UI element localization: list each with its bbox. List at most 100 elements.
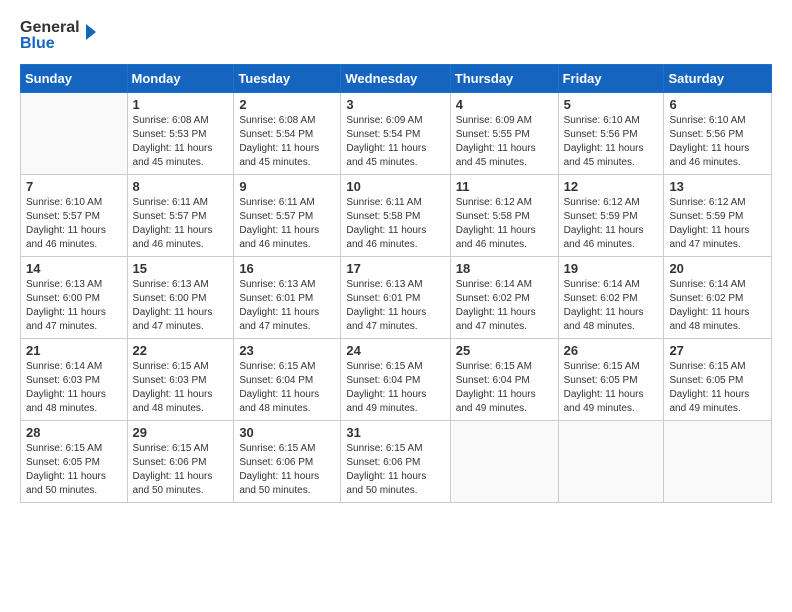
calendar-cell: 10 Sunrise: 6:11 AM Sunset: 5:58 PM Dayli… [341, 175, 450, 257]
day-number: 10 [346, 179, 444, 194]
day-info: Sunrise: 6:15 AM Sunset: 6:04 PM Dayligh… [346, 360, 444, 416]
day-info: Sunrise: 6:13 AM Sunset: 6:01 PM Dayligh… [239, 278, 335, 334]
page: GeneralBlue SundayMondayTuesdayWednesday… [0, 0, 792, 612]
day-number: 17 [346, 261, 444, 276]
week-row-4: 28 Sunrise: 6:15 AM Sunset: 6:05 PM Dayli… [21, 421, 772, 503]
day-info: Sunrise: 6:11 AM Sunset: 5:57 PM Dayligh… [133, 196, 229, 252]
logo-svg: GeneralBlue [20, 16, 100, 54]
calendar-cell: 4Sunrise: 6:09 AM Sunset: 5:55 PM Daylig… [450, 93, 558, 175]
calendar-cell: 16 Sunrise: 6:13 AM Sunset: 6:01 PM Dayli… [234, 257, 341, 339]
weekday-header-thursday: Thursday [450, 65, 558, 93]
day-info: Sunrise: 6:15 AM Sunset: 6:06 PM Dayligh… [239, 442, 335, 498]
calendar-cell: 3 Sunrise: 6:09 AM Sunset: 5:54 PM Daylig… [341, 93, 450, 175]
calendar-cell: 29 Sunrise: 6:15 AM Sunset: 6:06 PM Dayli… [127, 421, 234, 503]
week-row-0: 1 Sunrise: 6:08 AM Sunset: 5:53 PM Daylig… [21, 93, 772, 175]
calendar-cell: 11 Sunrise: 6:12 AM Sunset: 5:58 PM Dayli… [450, 175, 558, 257]
day-number: 8 [133, 179, 229, 194]
calendar-cell [664, 421, 772, 503]
day-number: 11 [456, 179, 553, 194]
day-number: 22 [133, 343, 229, 358]
calendar-cell: 8 Sunrise: 6:11 AM Sunset: 5:57 PM Daylig… [127, 175, 234, 257]
day-number: 16 [239, 261, 335, 276]
day-number: 26 [564, 343, 659, 358]
calendar-cell: 23 Sunrise: 6:15 AM Sunset: 6:04 PM Dayli… [234, 339, 341, 421]
day-info: Sunrise: 6:12 AM Sunset: 5:58 PM Dayligh… [456, 196, 553, 252]
day-number: 25 [456, 343, 553, 358]
day-number: 20 [669, 261, 766, 276]
day-number: 14 [26, 261, 122, 276]
day-number: 2 [239, 97, 335, 112]
svg-text:General: General [20, 19, 80, 36]
calendar-cell: 9 Sunrise: 6:11 AM Sunset: 5:57 PM Daylig… [234, 175, 341, 257]
calendar-cell: 25Sunrise: 6:15 AM Sunset: 6:04 PM Dayli… [450, 339, 558, 421]
day-info: Sunrise: 6:11 AM Sunset: 5:58 PM Dayligh… [346, 196, 444, 252]
week-row-2: 14Sunrise: 6:13 AM Sunset: 6:00 PM Dayli… [21, 257, 772, 339]
calendar-cell: 12 Sunrise: 6:12 AM Sunset: 5:59 PM Dayli… [558, 175, 664, 257]
calendar-cell: 6 Sunrise: 6:10 AM Sunset: 5:56 PM Daylig… [664, 93, 772, 175]
day-info: Sunrise: 6:14 AM Sunset: 6:03 PM Dayligh… [26, 360, 122, 416]
weekday-header-saturday: Saturday [664, 65, 772, 93]
calendar-cell: 27 Sunrise: 6:15 AM Sunset: 6:05 PM Dayli… [664, 339, 772, 421]
day-info: Sunrise: 6:10 AM Sunset: 5:57 PM Dayligh… [26, 196, 122, 252]
day-number: 9 [239, 179, 335, 194]
weekday-header-wednesday: Wednesday [341, 65, 450, 93]
day-info: Sunrise: 6:08 AM Sunset: 5:54 PM Dayligh… [239, 114, 335, 170]
calendar-cell [558, 421, 664, 503]
calendar-cell: 21 Sunrise: 6:14 AM Sunset: 6:03 PM Dayli… [21, 339, 128, 421]
day-info: Sunrise: 6:14 AM Sunset: 6:02 PM Dayligh… [456, 278, 553, 334]
calendar-cell [21, 93, 128, 175]
day-info: Sunrise: 6:15 AM Sunset: 6:05 PM Dayligh… [669, 360, 766, 416]
day-info: Sunrise: 6:10 AM Sunset: 5:56 PM Dayligh… [564, 114, 659, 170]
calendar-cell: 14Sunrise: 6:13 AM Sunset: 6:00 PM Dayli… [21, 257, 128, 339]
calendar-cell: 2 Sunrise: 6:08 AM Sunset: 5:54 PM Daylig… [234, 93, 341, 175]
day-info: Sunrise: 6:15 AM Sunset: 6:05 PM Dayligh… [26, 442, 122, 498]
day-number: 5 [564, 97, 659, 112]
day-number: 7 [26, 179, 122, 194]
day-number: 21 [26, 343, 122, 358]
day-info: Sunrise: 6:15 AM Sunset: 6:05 PM Dayligh… [564, 360, 659, 416]
day-info: Sunrise: 6:10 AM Sunset: 5:56 PM Dayligh… [669, 114, 766, 170]
calendar-table: SundayMondayTuesdayWednesdayThursdayFrid… [20, 64, 772, 503]
day-info: Sunrise: 6:14 AM Sunset: 6:02 PM Dayligh… [564, 278, 659, 334]
calendar-cell: 26 Sunrise: 6:15 AM Sunset: 6:05 PM Dayli… [558, 339, 664, 421]
day-number: 23 [239, 343, 335, 358]
day-number: 3 [346, 97, 444, 112]
calendar-cell: 28 Sunrise: 6:15 AM Sunset: 6:05 PM Dayli… [21, 421, 128, 503]
day-number: 13 [669, 179, 766, 194]
day-info: Sunrise: 6:08 AM Sunset: 5:53 PM Dayligh… [133, 114, 229, 170]
day-info: Sunrise: 6:13 AM Sunset: 6:01 PM Dayligh… [346, 278, 444, 334]
calendar-cell: 19 Sunrise: 6:14 AM Sunset: 6:02 PM Dayli… [558, 257, 664, 339]
calendar-cell: 30 Sunrise: 6:15 AM Sunset: 6:06 PM Dayli… [234, 421, 341, 503]
day-number: 29 [133, 425, 229, 440]
day-number: 1 [133, 97, 229, 112]
day-number: 6 [669, 97, 766, 112]
day-number: 30 [239, 425, 335, 440]
day-info: Sunrise: 6:15 AM Sunset: 6:04 PM Dayligh… [239, 360, 335, 416]
day-info: Sunrise: 6:14 AM Sunset: 6:02 PM Dayligh… [669, 278, 766, 334]
calendar-cell: 20 Sunrise: 6:14 AM Sunset: 6:02 PM Dayli… [664, 257, 772, 339]
svg-text:Blue: Blue [20, 35, 55, 52]
calendar-cell: 7 Sunrise: 6:10 AM Sunset: 5:57 PM Daylig… [21, 175, 128, 257]
weekday-header-sunday: Sunday [21, 65, 128, 93]
day-number: 28 [26, 425, 122, 440]
day-number: 24 [346, 343, 444, 358]
calendar-cell: 24 Sunrise: 6:15 AM Sunset: 6:04 PM Dayli… [341, 339, 450, 421]
day-number: 19 [564, 261, 659, 276]
day-info: Sunrise: 6:12 AM Sunset: 5:59 PM Dayligh… [564, 196, 659, 252]
week-row-1: 7 Sunrise: 6:10 AM Sunset: 5:57 PM Daylig… [21, 175, 772, 257]
day-info: Sunrise: 6:11 AM Sunset: 5:57 PM Dayligh… [239, 196, 335, 252]
calendar-cell: 31 Sunrise: 6:15 AM Sunset: 6:06 PM Dayli… [341, 421, 450, 503]
day-info: Sunrise: 6:12 AM Sunset: 5:59 PM Dayligh… [669, 196, 766, 252]
day-number: 12 [564, 179, 659, 194]
calendar-cell [450, 421, 558, 503]
day-number: 4 [456, 97, 553, 112]
day-info: Sunrise: 6:15 AM Sunset: 6:06 PM Dayligh… [346, 442, 444, 498]
day-info: Sunrise: 6:09 AM Sunset: 5:54 PM Dayligh… [346, 114, 444, 170]
day-info: Sunrise: 6:15 AM Sunset: 6:03 PM Dayligh… [133, 360, 229, 416]
weekday-header-row: SundayMondayTuesdayWednesdayThursdayFrid… [21, 65, 772, 93]
calendar-cell: 18Sunrise: 6:14 AM Sunset: 6:02 PM Dayli… [450, 257, 558, 339]
day-number: 31 [346, 425, 444, 440]
day-info: Sunrise: 6:15 AM Sunset: 6:06 PM Dayligh… [133, 442, 229, 498]
day-number: 27 [669, 343, 766, 358]
calendar-cell: 15Sunrise: 6:13 AM Sunset: 6:00 PM Dayli… [127, 257, 234, 339]
